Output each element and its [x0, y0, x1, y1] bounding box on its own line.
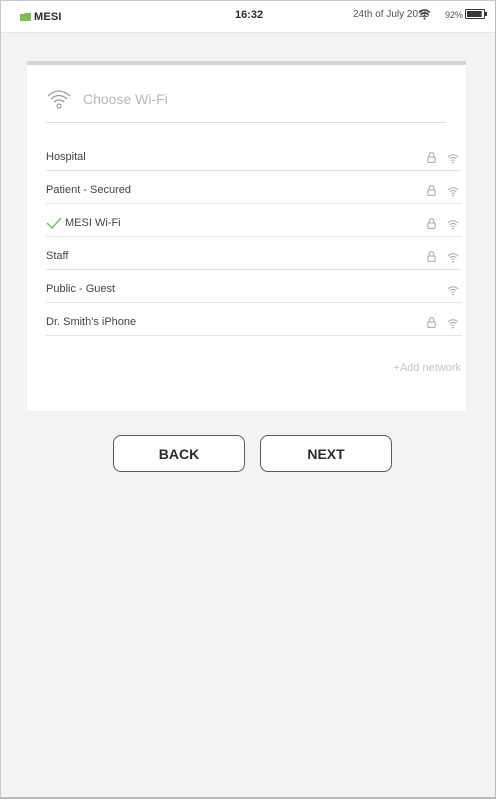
wifi-signal-icon: [447, 187, 459, 197]
network-name: Dr. Smith's iPhone: [46, 316, 137, 328]
status-bar: MESI 16:32 24th of July 2016 92%: [0, 0, 496, 33]
battery-leaf-icon: [20, 13, 31, 21]
network-name: Hospital: [46, 151, 86, 163]
card-title: Choose Wi-Fi: [83, 91, 168, 107]
carrier-group: MESI: [20, 11, 62, 23]
battery-icon: [465, 9, 487, 19]
network-item[interactable]: Patient - Secured: [46, 172, 462, 204]
wifi-signal-icon: [447, 319, 459, 329]
status-time: 16:32: [235, 9, 264, 21]
lock-icon: [427, 317, 436, 328]
card-header: Choose Wi-Fi: [46, 85, 446, 123]
network-item[interactable]: Staff: [46, 238, 462, 270]
wifi-signal-icon: [447, 286, 459, 296]
wifi-signal-icon: [447, 253, 459, 263]
back-button[interactable]: BACK: [113, 435, 245, 472]
wifi-card: Choose Wi-Fi Hospital Patient - Secured …: [27, 61, 466, 411]
network-item[interactable]: MESI Wi-Fi: [46, 205, 462, 237]
wifi-signal-icon: [447, 220, 459, 230]
add-network-link[interactable]: +Add network: [393, 362, 461, 374]
wifi-signal-icon: [447, 154, 459, 164]
network-name: Staff: [46, 250, 69, 262]
network-list: Hospital Patient - Secured MESI Wi-Fi St…: [46, 139, 462, 337]
network-item[interactable]: Hospital: [46, 139, 462, 171]
battery-percent: 92%: [445, 10, 464, 20]
check-icon: [46, 217, 62, 229]
network-item[interactable]: Dr. Smith's iPhone: [46, 304, 462, 336]
lock-icon: [427, 185, 436, 196]
carrier-label: MESI: [34, 11, 62, 23]
wifi-icon: [47, 90, 71, 109]
lock-icon: [427, 152, 436, 163]
lock-icon: [427, 251, 436, 262]
wifi-status-icon: [418, 9, 431, 20]
network-name: MESI Wi-Fi: [65, 217, 121, 229]
lock-icon: [427, 218, 436, 229]
network-item[interactable]: Public - Guest: [46, 271, 462, 303]
network-name: Patient - Secured: [46, 184, 131, 196]
next-button[interactable]: NEXT: [260, 435, 392, 472]
network-name: Public - Guest: [46, 283, 116, 295]
